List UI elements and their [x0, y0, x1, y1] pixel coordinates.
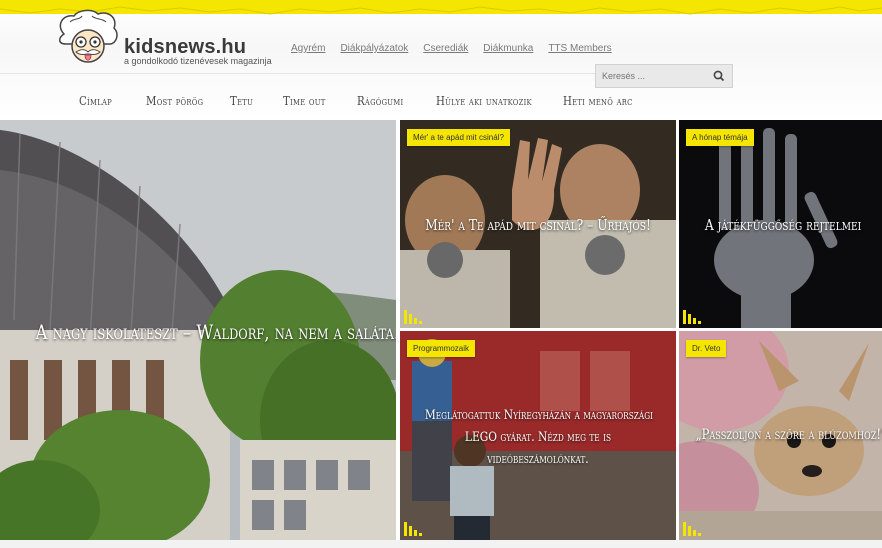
- article-title[interactable]: Mér' a Te apád mit csinál? – Űrhajós!: [425, 216, 651, 234]
- article-lego-gyar[interactable]: Programmozaik Meglátogattuk Nyíregyházán…: [400, 331, 676, 540]
- logo[interactable]: [52, 8, 122, 70]
- main-nav: Címlap Most pörög Tetu Time out Rágógumi…: [0, 94, 882, 116]
- search-box: [595, 64, 733, 88]
- article-passzoljon-a-szore[interactable]: Dr. Veto „Passzoljon a szőre a blúzomhoz…: [679, 331, 882, 540]
- article-title-line: videóbeszámolónkat.: [487, 452, 589, 467]
- signal-bars-icon: [683, 310, 701, 324]
- top-links: Agyrém Diákpályázatok Cserediák Diákmunk…: [291, 43, 612, 54]
- nav-item-cimlap[interactable]: Címlap: [79, 94, 112, 108]
- article-urhajos[interactable]: Mér' a te apád mit csinál? Mér' a Te apá…: [400, 120, 676, 328]
- top-decorative-strip: [0, 0, 882, 15]
- article-title-line: Meglátogattuk Nyíregyházán a magyarorszá…: [424, 408, 654, 423]
- top-link-cserediak[interactable]: Cserediák: [423, 43, 468, 54]
- article-title[interactable]: Meglátogattuk Nyíregyházán a magyarorszá…: [424, 405, 654, 471]
- article-jatekfuggoseg[interactable]: A hónap témája A játékfüggőség rejtelmei: [679, 120, 882, 328]
- site-tagline: a gondolkodó tizenévesek magazinja: [124, 56, 272, 66]
- article-title-line: LEGO gyárat. Nézd meg te is: [464, 430, 612, 445]
- signal-bars-icon: [683, 522, 701, 536]
- featured-grid: A nagy iskolateszt – Waldorf, na nem a s…: [0, 120, 882, 540]
- nav-item-tetu[interactable]: Tetu: [230, 94, 253, 108]
- nav-item-most-porog[interactable]: Most pörög: [146, 94, 203, 108]
- article-title[interactable]: A játékfüggőség rejtelmei: [679, 216, 882, 234]
- featured-article-iskolateszt[interactable]: A nagy iskolateszt – Waldorf, na nem a s…: [0, 120, 396, 540]
- search-icon[interactable]: [712, 69, 726, 83]
- page-bottom-band: [0, 540, 882, 548]
- nav-item-heti-meno-arc[interactable]: Heti menő arc: [563, 94, 633, 108]
- top-link-diakmunka[interactable]: Diákmunka: [483, 43, 533, 54]
- category-tag[interactable]: Programmozaik: [407, 340, 476, 357]
- article-title[interactable]: „Passzoljon a szőre a blúzomhoz!": [679, 427, 882, 443]
- article-title[interactable]: A nagy iskolateszt – Waldorf, na nem a s…: [36, 320, 396, 344]
- category-tag[interactable]: Mér' a te apád mit csinál?: [407, 129, 510, 146]
- nav-item-ragogumi[interactable]: Rágógumi: [357, 94, 403, 108]
- category-tag[interactable]: Dr. Veto: [686, 340, 727, 357]
- top-link-diakpalyazatok[interactable]: Diákpályázatok: [340, 43, 408, 54]
- signal-bars-icon: [404, 522, 422, 536]
- top-link-agyrem[interactable]: Agyrém: [291, 43, 325, 54]
- header-divider: [0, 73, 595, 74]
- signal-bars-icon: [404, 310, 422, 324]
- search-input[interactable]: [596, 65, 708, 87]
- nav-item-time-out[interactable]: Time out: [283, 94, 326, 108]
- category-tag[interactable]: A hónap témája: [686, 129, 754, 146]
- top-link-tts-members[interactable]: TTS Members: [548, 43, 611, 54]
- nav-item-hulye-aki-unatkozik[interactable]: Hülye aki unatkozik: [436, 94, 532, 108]
